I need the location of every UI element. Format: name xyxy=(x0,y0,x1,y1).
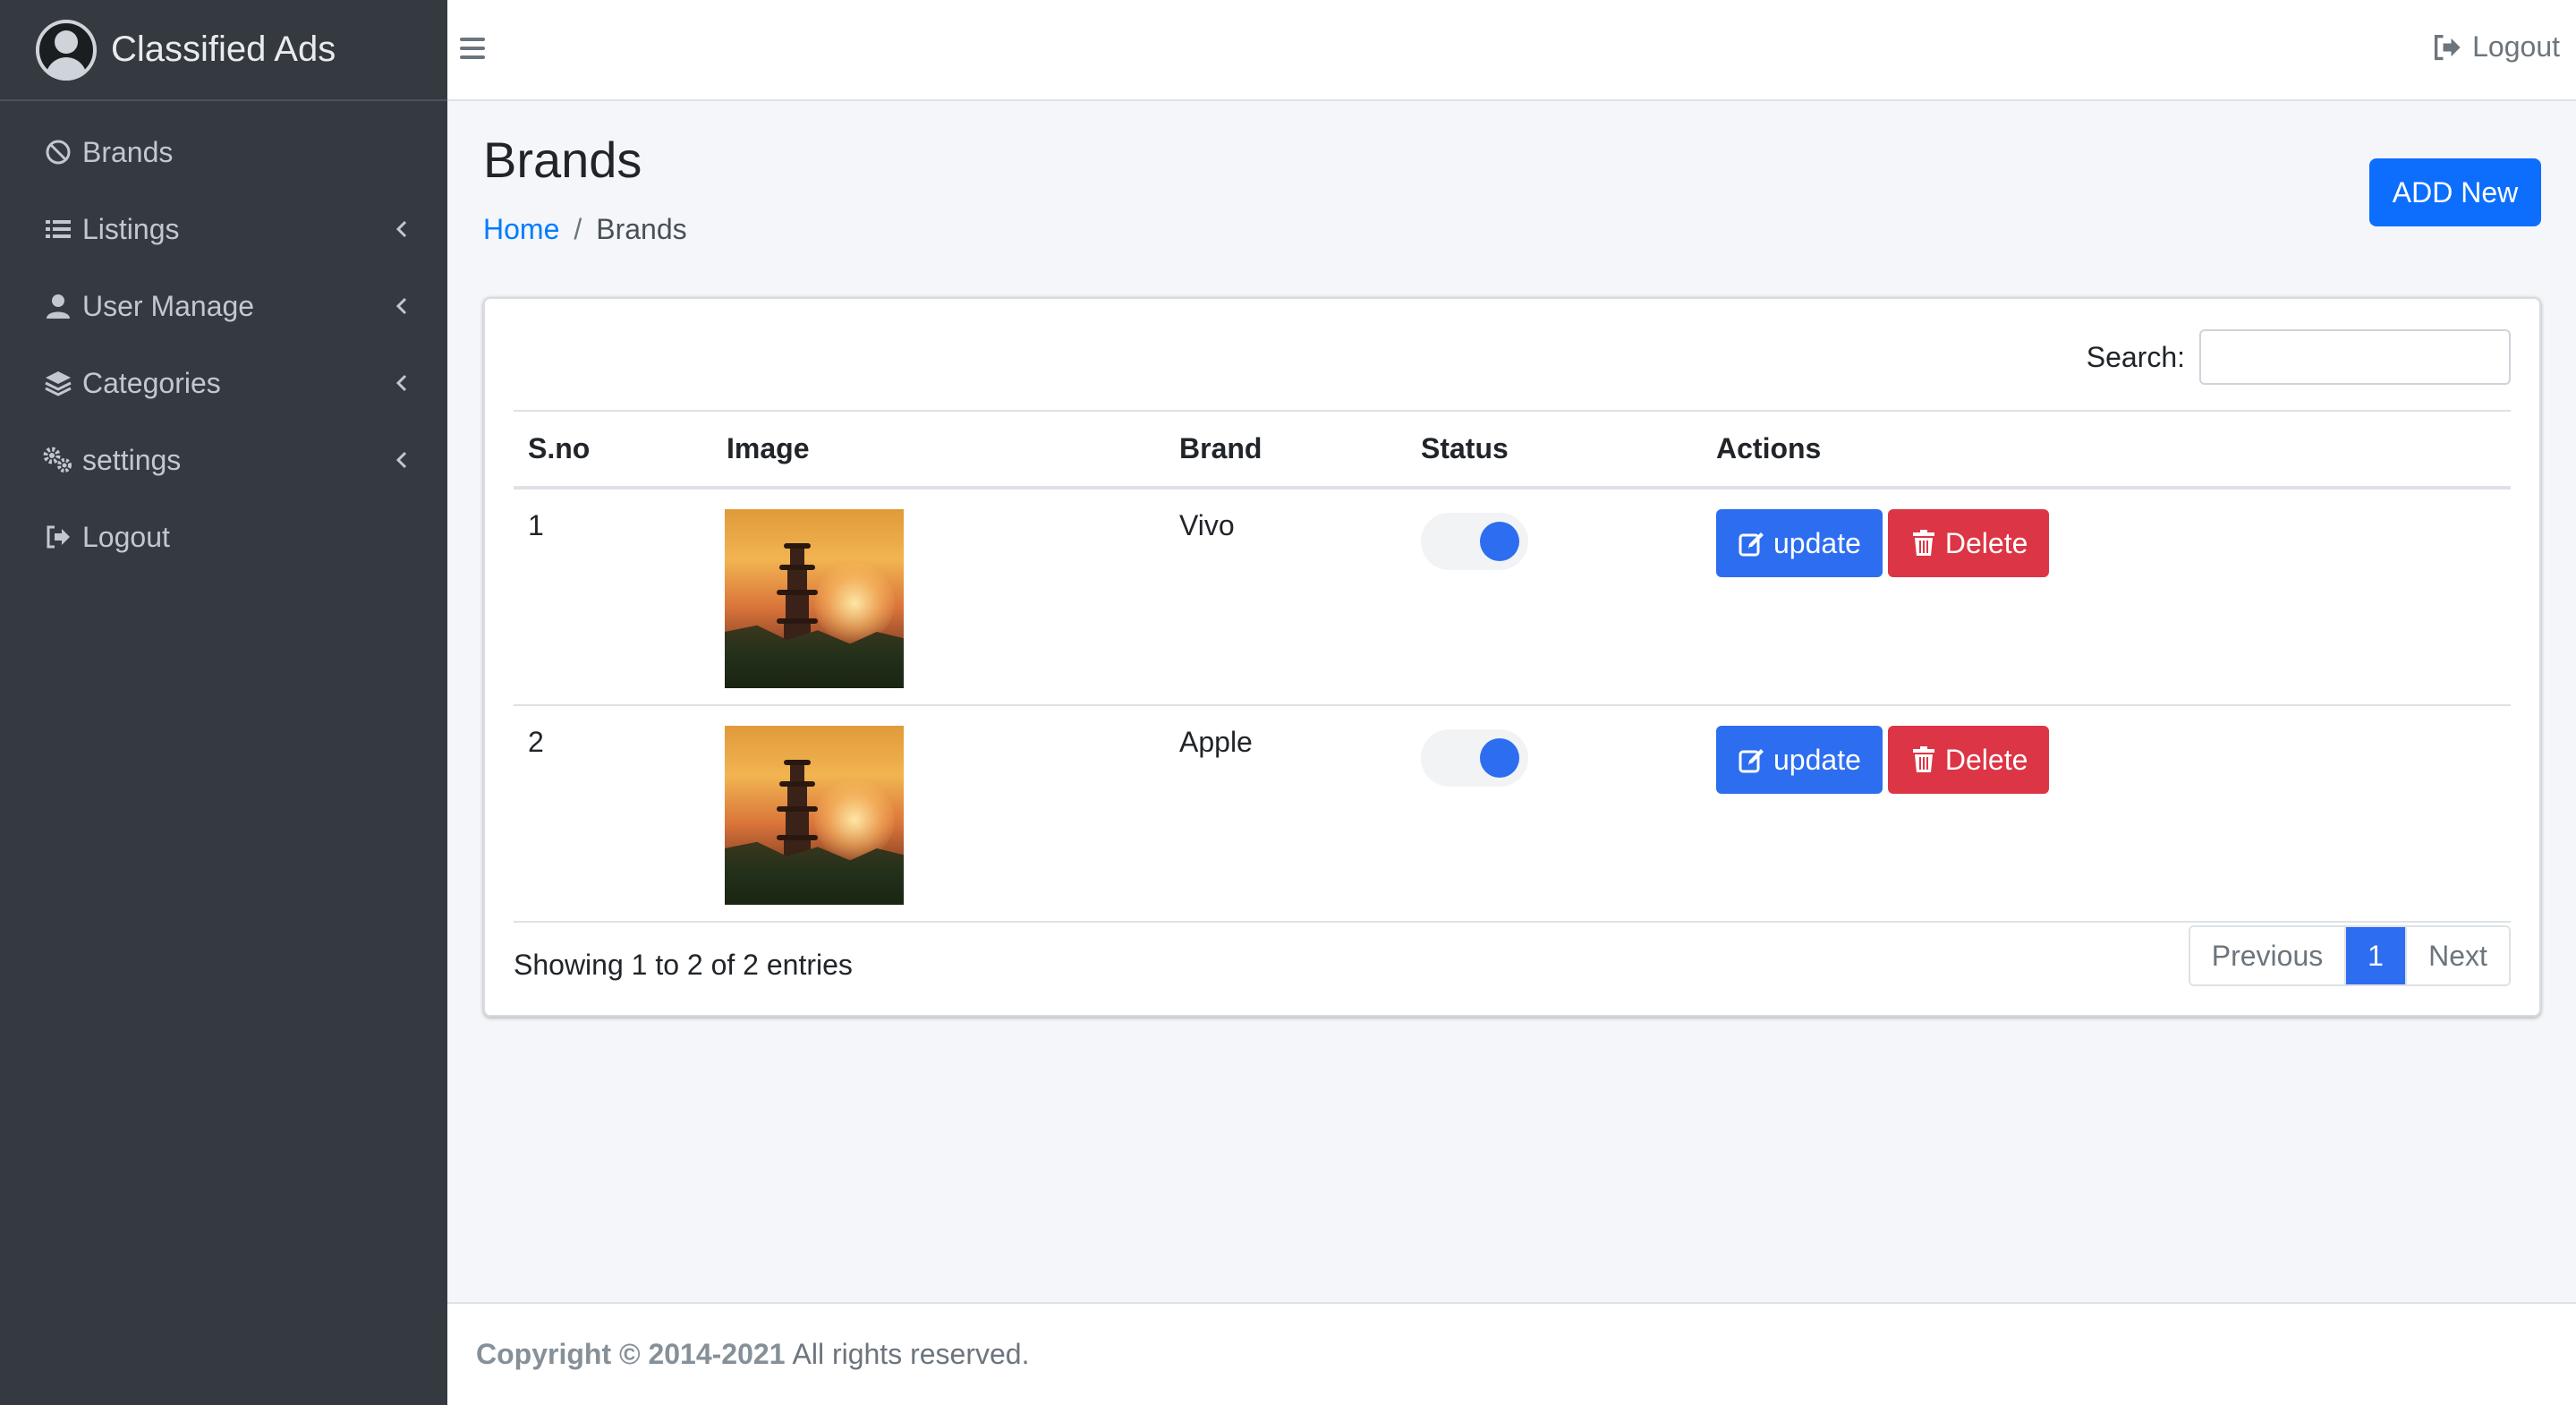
sidebar-nav: Brands Listings User Manage Categories s… xyxy=(0,101,447,575)
cell-actions: update Delete xyxy=(1702,705,2511,923)
chevron-left-icon xyxy=(395,297,407,315)
column-header-image[interactable]: Image xyxy=(712,410,1165,490)
sidebar-item-user-manage[interactable]: User Manage xyxy=(0,268,447,345)
cell-brand: Vivo xyxy=(1165,488,1407,706)
chevron-left-icon xyxy=(395,451,407,469)
delete-label: Delete xyxy=(1944,526,2028,559)
footer-copyright: Copyright © 2014-2021 xyxy=(476,1338,786,1370)
pagination-previous[interactable]: Previous xyxy=(2190,927,2346,984)
sign-out-icon xyxy=(41,520,75,554)
cell-sno: 1 xyxy=(514,488,712,706)
sidebar-item-brands[interactable]: Brands xyxy=(0,114,447,191)
cell-sno: 2 xyxy=(514,705,712,923)
delete-label: Delete xyxy=(1944,743,2028,776)
chevron-left-icon xyxy=(395,220,407,238)
sidebar-item-label: User Manage xyxy=(82,289,255,322)
brands-table-wrap: S.no Image Brand Status Actions 1 Vivo u… xyxy=(514,410,2511,923)
edit-icon xyxy=(1739,532,1764,557)
sidebar-item-label: Listings xyxy=(82,212,180,245)
cell-brand: Apple xyxy=(1165,705,1407,923)
trash-icon xyxy=(1912,530,1934,556)
breadcrumb: Home / Brands xyxy=(483,213,687,246)
column-header-status[interactable]: Status xyxy=(1407,410,1702,490)
search-input[interactable] xyxy=(2199,329,2511,385)
sidebar-item-label: settings xyxy=(82,443,182,476)
trash-icon xyxy=(1912,746,1934,772)
pagination-page-1[interactable]: 1 xyxy=(2346,927,2405,984)
footer: Copyright © 2014-2021 All rights reserve… xyxy=(447,1302,2576,1405)
chevron-left-icon xyxy=(395,374,407,392)
add-new-button[interactable]: ADD New xyxy=(2369,158,2541,226)
sidebar-item-logout[interactable]: Logout xyxy=(0,498,447,575)
sidebar-item-settings[interactable]: settings xyxy=(0,422,447,498)
breadcrumb-current: Brands xyxy=(596,213,687,245)
column-header-brand[interactable]: Brand xyxy=(1165,410,1407,490)
avatar xyxy=(36,19,97,81)
table-header-row: S.no Image Brand Status Actions xyxy=(514,410,2511,490)
gears-icon xyxy=(41,443,75,477)
breadcrumb-home-link[interactable]: Home xyxy=(483,213,559,246)
table-info: Showing 1 to 2 of 2 entries xyxy=(514,949,853,981)
column-header-actions[interactable]: Actions xyxy=(1702,410,2511,490)
page-title: Brands xyxy=(483,132,642,188)
cell-image xyxy=(712,488,1165,706)
sidebar-item-listings[interactable]: Listings xyxy=(0,191,447,268)
status-toggle[interactable] xyxy=(1421,513,1528,570)
status-toggle[interactable] xyxy=(1421,729,1528,787)
update-button[interactable]: update xyxy=(1716,726,1883,794)
brand-text: Classified Ads xyxy=(111,30,336,69)
pagination: Previous 1 Next xyxy=(2189,925,2511,986)
sign-out-icon xyxy=(2435,34,2461,60)
top-logout-label: Logout xyxy=(2472,30,2560,63)
sidebar-item-label: Logout xyxy=(82,520,170,553)
brand-link[interactable]: Classified Ads xyxy=(0,0,447,101)
update-button[interactable]: update xyxy=(1716,509,1883,577)
cell-actions: update Delete xyxy=(1702,488,2511,706)
top-navbar: Logout xyxy=(447,0,2576,101)
pagination-next[interactable]: Next xyxy=(2405,927,2509,984)
brands-card: Search: S.no Image Brand Status Actions … xyxy=(483,297,2541,1017)
search-row: Search: xyxy=(2087,329,2511,385)
column-header-sno[interactable]: S.no xyxy=(514,410,712,490)
brands-table: S.no Image Brand Status Actions 1 Vivo u… xyxy=(514,410,2511,923)
delete-button[interactable]: Delete xyxy=(1887,726,2050,794)
sidebar-item-label: Categories xyxy=(82,366,221,399)
menu-toggle-icon[interactable] xyxy=(460,32,490,68)
update-label: update xyxy=(1773,743,1861,776)
cell-status xyxy=(1407,705,1702,923)
sidebar: Classified Ads Brands Listings User Mana… xyxy=(0,0,447,1405)
table-row: 1 Vivo update Delete xyxy=(514,488,2511,706)
user-icon xyxy=(41,289,75,323)
brand-thumbnail xyxy=(725,726,904,905)
top-logout-link[interactable]: Logout xyxy=(2431,30,2560,64)
update-label: update xyxy=(1773,526,1861,559)
cell-image xyxy=(712,705,1165,923)
sidebar-item-label: Brands xyxy=(82,135,174,168)
ban-icon xyxy=(41,135,75,169)
list-icon xyxy=(41,212,75,246)
sidebar-item-categories[interactable]: Categories xyxy=(0,345,447,422)
layers-icon xyxy=(41,366,75,400)
breadcrumb-separator: / xyxy=(574,213,582,245)
edit-icon xyxy=(1739,749,1764,773)
table-row: 2 Apple update Delete xyxy=(514,705,2511,923)
brand-thumbnail xyxy=(725,509,904,688)
search-label: Search: xyxy=(2086,340,2185,373)
cell-status xyxy=(1407,488,1702,706)
footer-rights: All rights reserved. xyxy=(792,1338,1030,1370)
delete-button[interactable]: Delete xyxy=(1887,509,2050,577)
